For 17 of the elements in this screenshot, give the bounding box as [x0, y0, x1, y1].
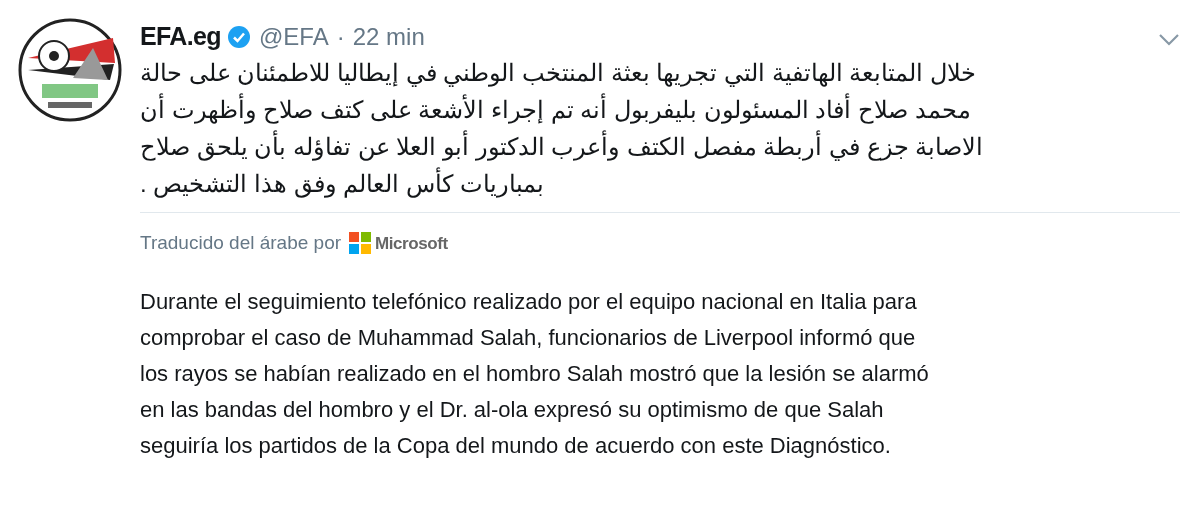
translation-text-line: seguiría los partidos de la Copa del mundo de acuerdo con este Diagnóstico.	[140, 431, 892, 460]
separator-dot: ·	[336, 22, 345, 52]
translation-text-line: en las bandas del hombro y el Dr. al-ola expresó su optimismo de que Salah	[140, 395, 885, 424]
tweet-time[interactable]: 22 min	[352, 19, 425, 55]
translator-name[interactable]: Microsoft	[375, 230, 448, 256]
user-handle[interactable]: @EFA	[259, 19, 329, 55]
display-name[interactable]: EFA.eg	[140, 18, 221, 56]
translation-text-line: comprobar el caso de Muhammad Salah, funcionarios de Liverpool informó que	[140, 323, 917, 352]
translation-text-line: los rayos se habían realizado en el hombro Salah mostró que la lesión se alarmó	[140, 359, 930, 388]
tweet-text-line: الاصابة جزع في أربطة مفصل الكتف وأعرب الدكتور أبو العلا عن تفاؤله بأن يلحق صلاح	[140, 128, 984, 165]
windows-logo-icon	[349, 232, 372, 255]
translation-label: Traducido del árabe por	[140, 231, 342, 255]
tweet-text-line: بمباريات كأس العالم وفق هذا التشخيص .	[140, 165, 544, 202]
tweet-text-line: خلال المتابعة الهاتفية التي تجريها بعثة المنتخب الوطني في إيطاليا للاطمئنان على حالة	[140, 58, 976, 89]
translation-text-line: Durante el seguimiento telefónico realizado por el equipo nacional en Italia para	[140, 287, 918, 316]
chevron-down-icon[interactable]	[1158, 33, 1180, 47]
tweet-text-line: محمد صلاح أفاد المسئولون بليفربول أنه تم إجراء الأشعة على كتف صلاح وأظهرت أن	[140, 91, 971, 128]
